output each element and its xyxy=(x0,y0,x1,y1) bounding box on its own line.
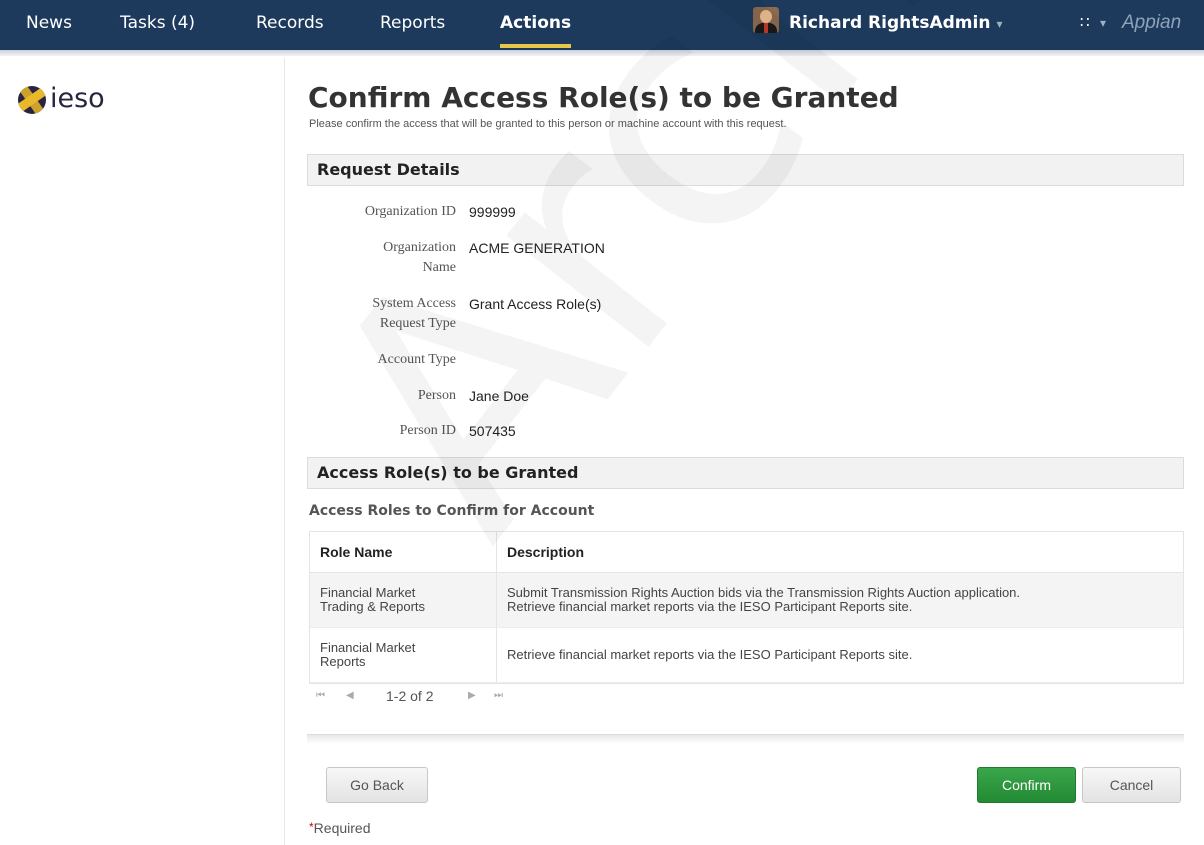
next-page-icon[interactable]: ▶ xyxy=(468,690,476,701)
organization-name-label: Organization Name xyxy=(383,240,456,275)
nav-tab-news[interactable]: News xyxy=(26,0,72,50)
first-page-icon[interactable]: ⏮ xyxy=(316,690,325,701)
page-title: Confirm Access Role(s) to be Granted xyxy=(308,81,899,114)
page-subtitle: Please confirm the access that will be g… xyxy=(309,118,787,130)
account-type-label: Account Type xyxy=(377,352,456,367)
apps-grid-icon[interactable]: ∷ xyxy=(1080,0,1089,50)
apps-chevron-down-icon[interactable]: ▾ xyxy=(1100,0,1106,50)
user-avatar-icon[interactable] xyxy=(753,7,779,33)
access-roles-grid: Role Name Description Financial Market T… xyxy=(309,531,1184,684)
pager-range: 1-2 of 2 xyxy=(386,688,434,704)
grid-caption: Access Roles to Confirm for Account xyxy=(309,503,595,519)
user-menu[interactable]: Richard RightsAdmin ▾ xyxy=(789,0,1002,50)
column-header-description[interactable]: Description xyxy=(497,532,1183,572)
nav-tab-tasks[interactable]: Tasks (4) xyxy=(120,0,195,50)
organization-id-value: 999999 xyxy=(469,204,516,220)
grid-header-row: Role Name Description xyxy=(310,532,1183,573)
organization-name-value: ACME GENERATION xyxy=(469,240,605,256)
table-row: Financial Market Trading & Reports Submi… xyxy=(310,573,1183,628)
user-name-label: Richard RightsAdmin xyxy=(789,13,991,33)
section-divider xyxy=(307,734,1184,744)
go-back-button[interactable]: Go Back xyxy=(326,767,428,803)
organization-id-label: Organization ID xyxy=(364,204,456,219)
required-label: Required xyxy=(313,820,371,836)
confirm-button[interactable]: Confirm xyxy=(977,767,1076,803)
top-nav-bar: News Tasks (4) Records Reports Actions R… xyxy=(0,0,1204,56)
role-name-cell: Financial Market Trading & Reports xyxy=(310,573,497,627)
chevron-down-icon: ▾ xyxy=(996,17,1003,31)
column-header-role-name[interactable]: Role Name xyxy=(310,532,497,572)
person-value: Jane Doe xyxy=(469,388,529,404)
description-cell: Submit Transmission Rights Auction bids … xyxy=(507,585,1021,614)
last-page-icon[interactable]: ⏭ xyxy=(494,690,503,701)
cancel-button[interactable]: Cancel xyxy=(1082,767,1181,803)
appian-brand-logo: Appian xyxy=(1122,12,1182,33)
table-row: Financial Market Reports Retrieve financ… xyxy=(310,628,1183,683)
system-access-request-type-label: System Access Request Type xyxy=(372,296,456,331)
access-roles-header: Access Role(s) to be Granted xyxy=(307,457,1184,489)
role-name-cell: Financial Market Reports xyxy=(310,628,497,682)
person-label: Person xyxy=(417,388,456,403)
required-note: *Required xyxy=(309,820,371,836)
request-details-header: Request Details xyxy=(307,154,1184,186)
ieso-logo-text: ieso xyxy=(50,83,105,114)
prev-page-icon[interactable]: ◀ xyxy=(346,690,354,701)
nav-tab-records[interactable]: Records xyxy=(256,0,324,50)
sidebar-divider xyxy=(284,58,285,845)
description-cell: Retrieve financial market reports via th… xyxy=(507,647,913,662)
nav-tab-reports[interactable]: Reports xyxy=(380,0,445,50)
person-id-label: Person ID xyxy=(399,423,456,438)
nav-tab-actions[interactable]: Actions xyxy=(500,0,572,50)
system-access-request-type-value: Grant Access Role(s) xyxy=(469,296,602,312)
ieso-logo-icon xyxy=(18,86,46,114)
person-id-value: 507435 xyxy=(469,423,516,439)
